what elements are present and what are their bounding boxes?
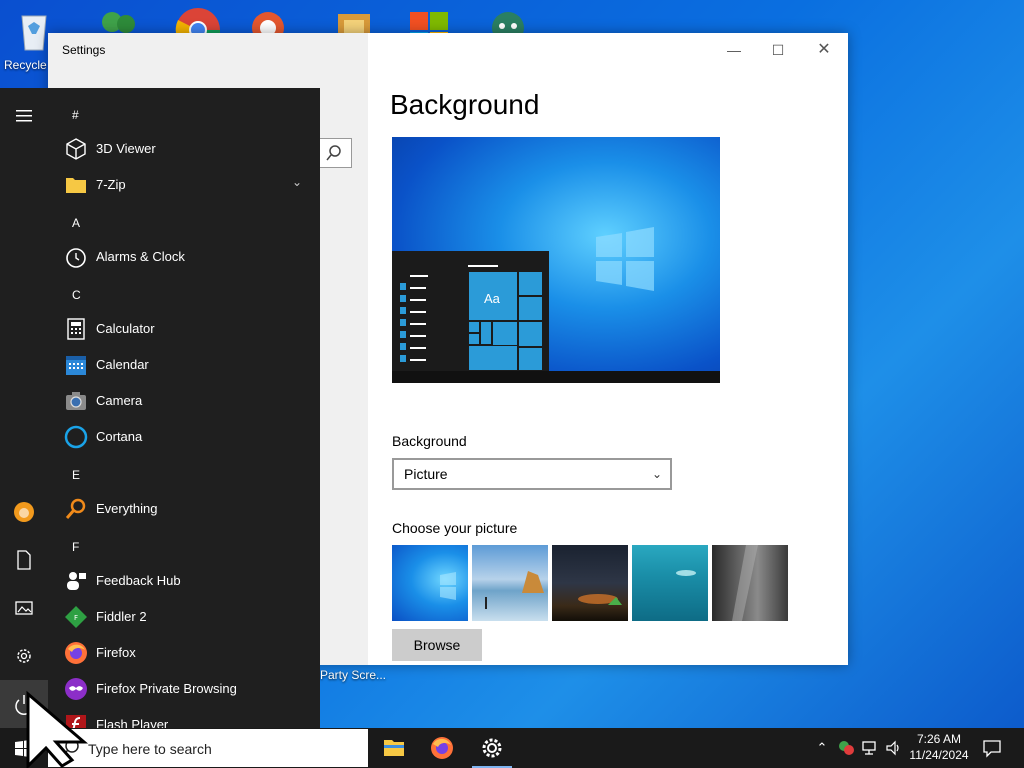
picture-thumbnail-cliff[interactable]: [712, 545, 788, 621]
search-icon: [326, 145, 341, 161]
background-type-dropdown[interactable]: Picture ⌄: [392, 458, 672, 490]
background-label: Background: [392, 433, 467, 449]
mouse-cursor-icon: [26, 690, 89, 768]
app-label: Flash Player: [96, 717, 169, 728]
app-label: Feedback Hub: [96, 573, 181, 588]
minimize-button[interactable]: —: [714, 39, 754, 61]
feedback-icon: [67, 572, 86, 590]
preview-sample-text: Aa: [484, 291, 500, 306]
app-label: Fiddler 2: [96, 609, 147, 624]
preview-start-menu: Aa: [392, 251, 549, 371]
search-input[interactable]: Type here to search: [88, 741, 212, 757]
clock-date: 11/24/2024: [909, 748, 969, 762]
firefox-taskbar-button[interactable]: [418, 728, 466, 768]
cube-icon: [66, 138, 86, 160]
settings-search-box[interactable]: [318, 138, 352, 168]
file-explorer-taskbar-button[interactable]: [370, 728, 418, 768]
page-title: Background: [390, 89, 540, 120]
firefox-icon: [65, 642, 87, 664]
pictures-icon[interactable]: [12, 596, 36, 620]
app-label: 3D Viewer: [96, 141, 156, 156]
list-item[interactable]: Alarms & Clock: [60, 239, 310, 275]
documents-icon[interactable]: [12, 548, 36, 572]
app-label: 7-Zip: [96, 177, 126, 192]
start-menu-app-list: # 3D Viewer 7-Zip ⌄ A Alarms & Clock C C…: [48, 88, 320, 728]
list-item[interactable]: Everything: [60, 491, 310, 527]
app-label: Everything: [96, 501, 158, 516]
tray-app-icon[interactable]: [836, 738, 856, 758]
app-label: Firefox: [96, 645, 136, 660]
background-preview: Aa: [392, 137, 720, 383]
start-menu-rail: [0, 88, 48, 728]
app-label: Firefox Private Browsing: [96, 681, 237, 696]
system-clock[interactable]: 7:26 AM 11/24/2024: [900, 731, 978, 763]
list-item[interactable]: Feedback Hub: [60, 563, 310, 599]
notifications-icon[interactable]: [980, 738, 1004, 758]
list-item[interactable]: Calendar: [60, 347, 310, 383]
app-label: Calculator: [96, 321, 155, 336]
taskbar: Type here to search ⌃ 7:26 AM 11/24/2024: [0, 728, 1024, 768]
app-label: Alarms & Clock: [96, 249, 185, 264]
calendar-icon: [66, 356, 86, 375]
desktop-icon-label: Party Scre...: [320, 668, 387, 682]
magnifier-icon: [65, 498, 86, 519]
app-label: Calendar: [96, 357, 149, 372]
fiddler-icon: F: [65, 606, 87, 628]
app-label: Camera: [96, 393, 143, 408]
folder-icon: [384, 740, 404, 756]
camera-icon: [66, 392, 86, 410]
firefox-icon: [431, 737, 453, 759]
windows-logo-icon: [596, 227, 654, 291]
app-label: Cortana: [96, 429, 143, 444]
recycle-bin-label: Recycle: [4, 58, 47, 72]
calculator-icon: [67, 318, 85, 340]
chevron-up-icon[interactable]: ⌃: [812, 738, 832, 758]
folder-icon: [66, 178, 86, 193]
chevron-down-icon: ⌄: [651, 467, 662, 481]
close-button[interactable]: ✕: [804, 39, 844, 61]
preview-taskbar: [392, 371, 720, 383]
picture-thumbnail-night-sky[interactable]: [552, 545, 628, 621]
gear-icon[interactable]: [12, 644, 36, 668]
user-avatar-icon[interactable]: [12, 500, 36, 524]
settings-taskbar-button[interactable]: [468, 728, 516, 768]
cortana-icon: [64, 425, 88, 449]
svg-text:F: F: [74, 614, 78, 622]
group-header[interactable]: C: [72, 288, 81, 302]
alarm-clock-icon: [66, 248, 86, 268]
group-header[interactable]: #: [72, 108, 79, 122]
choose-picture-label: Choose your picture: [392, 520, 518, 536]
gear-icon: [482, 738, 502, 758]
list-item[interactable]: F Fiddler 2: [60, 599, 310, 635]
group-header[interactable]: E: [72, 468, 80, 482]
browse-button[interactable]: Browse: [392, 629, 482, 661]
picture-thumbnail-underwater[interactable]: [632, 545, 708, 621]
network-icon[interactable]: [860, 738, 880, 758]
clock-time: 7:26 AM: [916, 732, 962, 746]
list-item[interactable]: Cortana: [60, 419, 310, 455]
maximize-button[interactable]: ☐: [758, 39, 798, 61]
hamburger-menu-icon[interactable]: [12, 104, 36, 128]
list-item[interactable]: 7-Zip ⌄: [60, 167, 310, 203]
list-item[interactable]: Camera: [60, 383, 310, 419]
picture-thumbnail-beach[interactable]: [472, 545, 548, 621]
group-header[interactable]: A: [72, 216, 80, 230]
window-title: Settings: [62, 43, 106, 57]
list-item[interactable]: Calculator: [60, 311, 310, 347]
background-type-value: Picture: [404, 466, 448, 482]
group-header[interactable]: F: [72, 540, 79, 554]
chevron-down-icon[interactable]: ⌄: [292, 175, 302, 189]
list-item[interactable]: 3D Viewer: [60, 131, 310, 167]
list-item[interactable]: Firefox: [60, 635, 310, 671]
picture-thumbnail-windows[interactable]: [392, 545, 468, 621]
